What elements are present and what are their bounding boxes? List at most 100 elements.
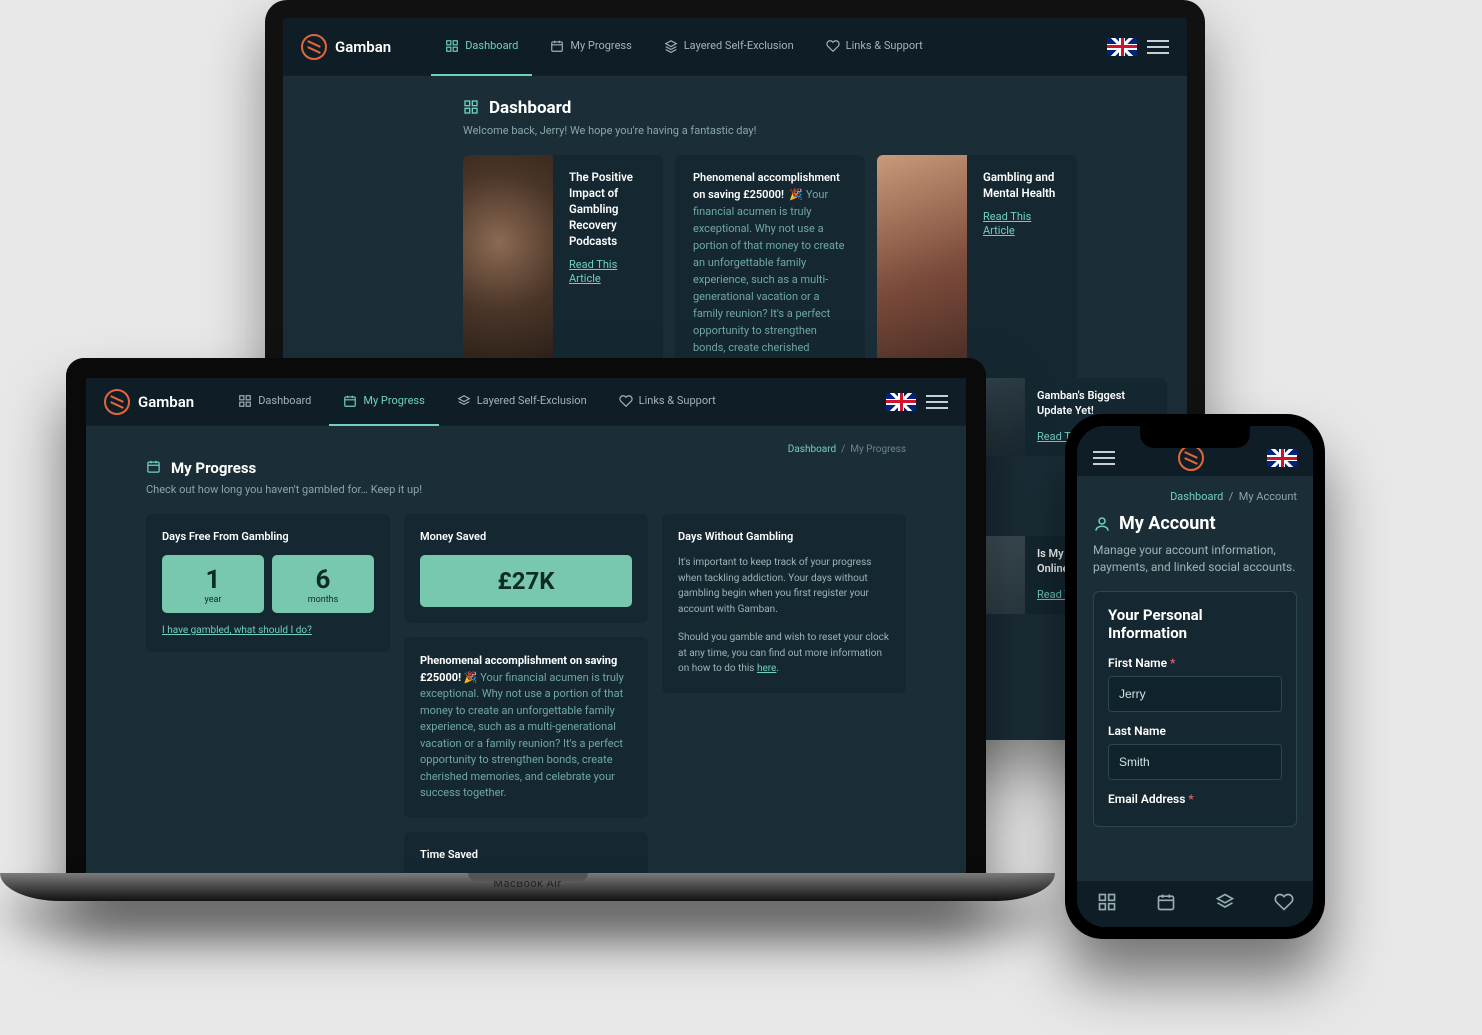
brand[interactable]: Gamban [301, 34, 391, 60]
gambled-help-link[interactable]: I have gambled, what should I do? [162, 625, 312, 636]
nav-progress-label: My Progress [570, 39, 631, 52]
nav-links-label: Links & Support [639, 394, 716, 407]
brand-name: Gamban [138, 393, 194, 411]
tile-unit: months [272, 595, 374, 605]
phone-screen: Dashboard / My Account My Account Manage… [1077, 426, 1313, 927]
user-icon [1093, 515, 1111, 533]
dashboard-icon [445, 39, 459, 53]
read-article-link[interactable]: Read This Article [569, 258, 617, 285]
calendar-icon [550, 39, 564, 53]
last-name-label: Last Name [1108, 724, 1282, 738]
first-name-input[interactable] [1108, 676, 1282, 712]
card-title: The Positive Impact of Gambling Recovery… [569, 169, 647, 249]
language-flag-uk[interactable] [1267, 449, 1297, 467]
page-title: My Progress [171, 459, 256, 477]
nav-links-label: Links & Support [846, 39, 923, 52]
page-header: Dashboard [463, 98, 1157, 118]
nav-links[interactable]: Links & Support [812, 18, 937, 76]
panel-heading: Days Free From Gambling [162, 530, 374, 543]
first-name-label: First Name * [1108, 656, 1282, 670]
panel-heading: Money Saved [420, 530, 632, 543]
last-name-input[interactable] [1108, 744, 1282, 780]
page-subtitle: Check out how long you haven't gambled f… [146, 483, 906, 496]
phone-tabbar [1077, 881, 1313, 927]
page-title: Dashboard [489, 98, 571, 118]
topbar: Gamban Dashboard My Progress Layered Sel… [86, 378, 966, 426]
nav-progress[interactable]: My Progress [329, 378, 438, 426]
topbar: Gamban Dashboard My Progress Layered Sel… [283, 18, 1187, 76]
here-link[interactable]: here [757, 663, 776, 674]
calendar-icon [146, 459, 161, 477]
breadcrumb: Dashboard / My Account [1093, 490, 1297, 503]
menu-icon[interactable] [926, 395, 948, 409]
main-nav: Dashboard My Progress Layered Self-Exclu… [431, 18, 937, 76]
phone-frame: Dashboard / My Account My Account Manage… [1065, 414, 1325, 939]
language-flag-uk[interactable] [886, 393, 916, 411]
info-paragraph-1: It's important to keep track of your pro… [678, 555, 890, 617]
heart-icon [826, 39, 840, 53]
page-header: My Progress [146, 459, 906, 477]
nav-dashboard-label: Dashboard [465, 39, 518, 52]
brand-logo-icon [104, 389, 130, 415]
nav-progress-label: My Progress [363, 394, 424, 407]
menu-icon[interactable] [1093, 451, 1115, 465]
layers-icon [457, 394, 471, 408]
laptop-screen: Gamban Dashboard My Progress Layered Sel… [86, 378, 966, 893]
laptop-frame: Gamban Dashboard My Progress Layered Sel… [66, 358, 986, 893]
language-flag-uk[interactable] [1107, 38, 1137, 56]
nav-dashboard-label: Dashboard [258, 394, 311, 407]
nav-progress[interactable]: My Progress [536, 18, 645, 76]
money-saved-panel: Money Saved £27K [404, 514, 648, 623]
panel-heading: Your Personal Information [1108, 606, 1282, 642]
progress-columns: Days Free From Gambling 1 year 6 months [146, 514, 906, 893]
dashboard-icon [463, 99, 479, 118]
calendar-icon [343, 394, 357, 408]
heart-icon [619, 394, 633, 408]
nav-lse[interactable]: Layered Self-Exclusion [443, 378, 601, 426]
read-article-link[interactable]: Read This Article [983, 210, 1031, 237]
phone-body: Dashboard / My Account My Account Manage… [1077, 476, 1313, 881]
brand-logo-icon[interactable] [1178, 445, 1204, 471]
page-title: My Account [1119, 513, 1216, 534]
tile-value: 6 [272, 565, 374, 595]
breadcrumb-current: My Account [1239, 490, 1297, 503]
tile-value: 1 [162, 565, 264, 595]
money-saved-stat: £27K [420, 555, 632, 607]
brand-logo-icon [301, 34, 327, 60]
dashboard-icon [238, 394, 252, 408]
laptop-base [0, 873, 1055, 901]
col-3: Days Without Gambling It's important to … [662, 514, 906, 893]
tab-progress-icon[interactable] [1156, 892, 1176, 916]
brand-name: Gamban [335, 38, 391, 56]
nav-links[interactable]: Links & Support [605, 378, 730, 426]
panel-heading: Time Saved [420, 848, 632, 861]
tab-dashboard-icon[interactable] [1097, 892, 1117, 916]
tile-years: 1 year [162, 555, 264, 613]
col-1: Days Free From Gambling 1 year 6 months [146, 514, 390, 893]
breadcrumb-root[interactable]: Dashboard [1170, 490, 1223, 503]
tab-lse-icon[interactable] [1215, 892, 1235, 916]
tab-links-icon[interactable] [1274, 892, 1294, 916]
card-title: Gambling and Mental Health [983, 169, 1061, 201]
nav-lse-label: Layered Self-Exclusion [477, 394, 587, 407]
menu-icon[interactable] [1147, 40, 1169, 54]
brand[interactable]: Gamban [104, 389, 194, 415]
nav-lse-label: Layered Self-Exclusion [684, 39, 794, 52]
panel-heading: Days Without Gambling [678, 530, 890, 543]
stat-value: £27K [420, 567, 632, 595]
info-paragraph-2: Should you gamble and wish to reset your… [678, 630, 890, 677]
nav-dashboard[interactable]: Dashboard [224, 378, 325, 426]
email-label: Email Address * [1108, 792, 1282, 806]
phone-notch [1140, 426, 1250, 448]
main-nav: Dashboard My Progress Layered Self-Exclu… [224, 378, 730, 426]
breadcrumb-root[interactable]: Dashboard [788, 444, 836, 455]
tile-months: 6 months [272, 555, 374, 613]
days-free-panel: Days Free From Gambling 1 year 6 months [146, 514, 390, 652]
achievement-message: Phenomenal accomplishment on saving £250… [404, 637, 648, 818]
nav-lse[interactable]: Layered Self-Exclusion [650, 18, 808, 76]
nav-dashboard[interactable]: Dashboard [431, 18, 532, 76]
breadcrumb-current: My Progress [850, 444, 906, 455]
col-2: Money Saved £27K Phenomenal accomplishme… [404, 514, 648, 893]
personal-info-panel: Your Personal Information First Name * L… [1093, 591, 1297, 827]
progress-page: Dashboard / My Progress My Progress Chec… [86, 426, 966, 893]
